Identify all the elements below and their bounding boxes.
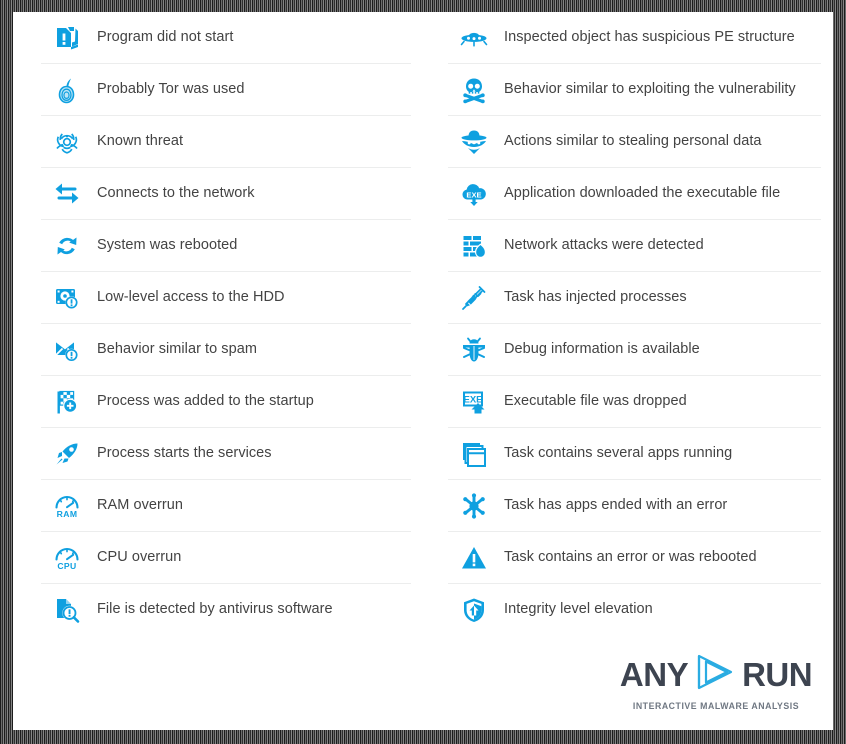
gauge-cpu-icon: CPU (41, 532, 93, 584)
legend-column-right: Inspected object has suspicious PE struc… (423, 12, 833, 636)
skull-crossbones-icon (448, 64, 500, 116)
legend-label: Behavior similar to spam (97, 340, 257, 357)
legend-row[interactable]: Connects to the network (41, 168, 411, 220)
exe-dropped-icon: EXE (448, 376, 500, 428)
envelope-exclamation-icon (41, 324, 93, 376)
legend-row[interactable]: EXE Executable file was dropped (448, 376, 821, 428)
legend-row[interactable]: EXE Application downloaded the executabl… (448, 168, 821, 220)
legend-label: Debug information is available (504, 340, 700, 357)
legend-label: Network attacks were detected (504, 236, 704, 253)
legend-row[interactable]: Probably Tor was used (41, 64, 411, 116)
legend-label: CPU overrun (97, 548, 182, 565)
screenshot-frame: Program did not start Probably Tor was u… (0, 0, 846, 744)
logo-word-any: ANY (619, 656, 689, 693)
logo-word-run: RUN (742, 656, 813, 693)
legend-columns: Program did not start Probably Tor was u… (13, 12, 833, 636)
legend-row[interactable]: Actions similar to stealing personal dat… (448, 116, 821, 168)
windows-stack-icon (448, 428, 500, 480)
legend-row[interactable]: Task contains several apps running (448, 428, 821, 480)
legend-row[interactable]: Inspected object has suspicious PE struc… (448, 12, 821, 64)
legend-row[interactable]: System was rebooted (41, 220, 411, 272)
bug-icon (448, 324, 500, 376)
legend-label: Known threat (97, 132, 184, 149)
logo-tagline: INTERACTIVE MALWARE ANALYSIS (632, 701, 800, 712)
legend-row[interactable]: Task contains an error or was rebooted (448, 532, 821, 584)
ufo-icon (448, 12, 500, 64)
legend-row[interactable]: RAM RAM overrun (41, 480, 411, 532)
legend-label: RAM overrun (97, 496, 183, 513)
legend-label: Task contains an error or was rebooted (504, 548, 757, 565)
cloud-exe-download-icon: EXE (448, 168, 500, 220)
legend-label: Process starts the services (97, 444, 272, 461)
legend-row[interactable]: Known threat (41, 116, 411, 168)
legend-row[interactable]: Program did not start (41, 12, 411, 64)
tor-onion-icon (41, 64, 93, 116)
file-exclamation-icon (41, 12, 93, 64)
syringe-icon (448, 272, 500, 324)
logo-wordmark: ANY RUN (620, 652, 813, 697)
legend-label: Actions similar to stealing personal dat… (504, 132, 762, 149)
svg-text:EXE: EXE (466, 190, 481, 199)
legend-row[interactable]: Network attacks were detected (448, 220, 821, 272)
legend-label: Probably Tor was used (97, 80, 245, 97)
shield-up-arrow-icon (448, 584, 500, 636)
legend-label: System was rebooted (97, 236, 238, 253)
svg-text:RAM: RAM (57, 509, 78, 519)
legend-label: File is detected by antivirus software (97, 601, 333, 618)
svg-text:CPU: CPU (57, 561, 76, 571)
legend-row[interactable]: Behavior similar to spam (41, 324, 411, 376)
legend-row[interactable]: Integrity level elevation (448, 584, 821, 636)
spy-hat-icon (448, 116, 500, 168)
legend-row[interactable]: Task has injected processes (448, 272, 821, 324)
legend-row[interactable]: Debug information is available (448, 324, 821, 376)
legend-column-left: Program did not start Probably Tor was u… (13, 12, 423, 636)
legend-label: Behavior similar to exploiting the vulne… (504, 80, 796, 97)
anyrun-logo: ANY RUN INTERACTIVE MALWARE ANALYSIS (620, 652, 813, 712)
firewall-flame-icon (448, 220, 500, 272)
checkered-flag-plus-icon (41, 376, 93, 428)
legend-label: Connects to the network (97, 184, 255, 201)
legend-label: Process was added to the startup (97, 392, 314, 409)
file-magnifier-exclamation-icon (41, 584, 93, 636)
legend-row[interactable]: Process was added to the startup (41, 376, 411, 428)
legend-row[interactable]: Behavior similar to exploiting the vulne… (448, 64, 821, 116)
legend-label: Task has injected processes (504, 288, 687, 305)
play-triangle-icon (693, 652, 737, 697)
legend-row[interactable]: Low-level access to the HDD (41, 272, 411, 324)
legend-label: Task contains several apps running (504, 444, 733, 461)
legend-sheet: Program did not start Probably Tor was u… (13, 12, 833, 730)
legend-label: Executable file was dropped (504, 392, 687, 409)
legend-label: Integrity level elevation (504, 601, 653, 618)
rocket-icon (41, 428, 93, 480)
legend-label: Low-level access to the HDD (97, 288, 285, 305)
biohazard-icon (41, 116, 93, 168)
legend-label: Task has apps ended with an error (504, 496, 728, 513)
hdd-exclamation-icon (41, 272, 93, 324)
legend-row[interactable]: CPU CPU overrun (41, 532, 411, 584)
gauge-ram-icon: RAM (41, 480, 93, 532)
svg-text:EXE: EXE (463, 394, 482, 405)
legend-label: Inspected object has suspicious PE struc… (504, 28, 795, 45)
warning-triangle-icon (448, 532, 500, 584)
legend-row[interactable]: Process starts the services (41, 428, 411, 480)
legend-label: Application downloaded the executable fi… (504, 184, 781, 201)
network-arrows-icon (41, 168, 93, 220)
legend-label: Program did not start (97, 28, 234, 45)
error-burst-icon (448, 480, 500, 532)
legend-row[interactable]: Task has apps ended with an error (448, 480, 821, 532)
reboot-refresh-icon (41, 220, 93, 272)
legend-row[interactable]: File is detected by antivirus software (41, 584, 411, 636)
